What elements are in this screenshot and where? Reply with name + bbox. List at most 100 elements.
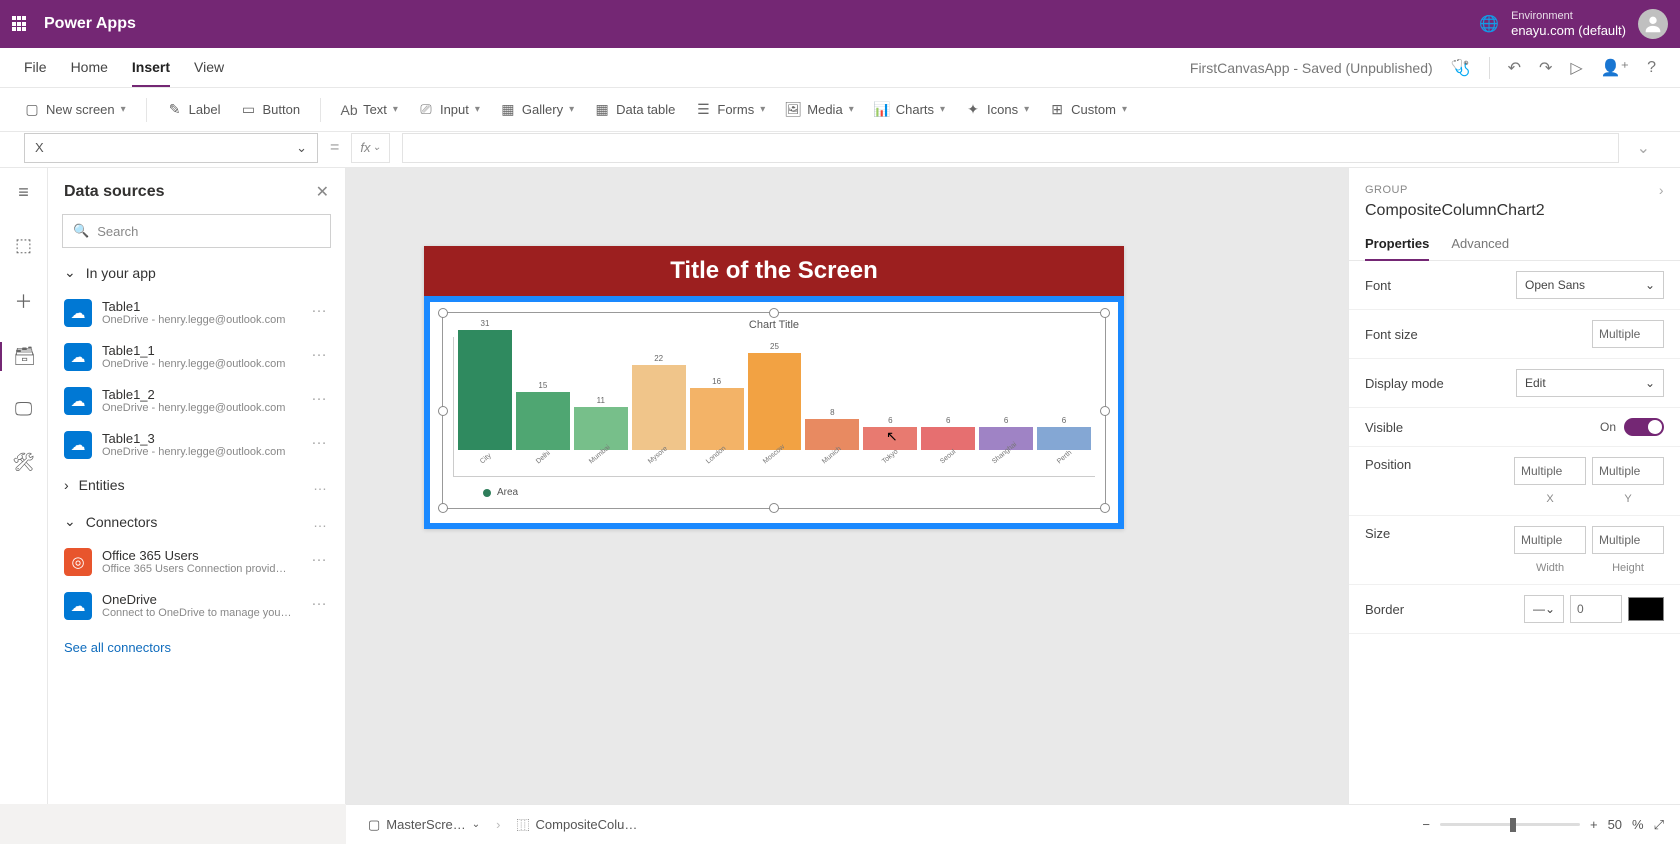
resize-handle[interactable]	[438, 503, 448, 513]
tree-view-icon[interactable]: ≡	[0, 178, 48, 207]
breadcrumb-screen[interactable]: ▢MasterScre…⌄	[362, 815, 486, 835]
chevron-down-icon: ▾	[121, 104, 126, 115]
fontsize-label: Font size	[1365, 327, 1418, 342]
label-button[interactable]: ✎Label	[167, 102, 221, 118]
fit-icon[interactable]: ⤢	[1654, 817, 1664, 833]
charts-button[interactable]: 📊Charts▾	[874, 102, 945, 118]
tab-advanced[interactable]: Advanced	[1451, 230, 1509, 260]
group-entities[interactable]: ›Entities…	[48, 467, 345, 503]
formula-input[interactable]	[402, 133, 1619, 163]
resize-handle[interactable]	[1100, 406, 1110, 416]
resize-handle[interactable]	[1100, 308, 1110, 318]
datasource-item[interactable]: ☁ Table1_1OneDrive - henry.legge@outlook…	[48, 335, 345, 379]
new-screen-button[interactable]: ▢New screen▾	[24, 102, 126, 118]
gallery-button[interactable]: ▦Gallery▾	[500, 102, 574, 118]
icons-icon: ✦	[965, 102, 981, 118]
play-icon[interactable]: ▷	[1570, 58, 1582, 78]
more-icon[interactable]: …	[311, 592, 329, 610]
tab-properties[interactable]: Properties	[1365, 230, 1429, 261]
button-button[interactable]: ▭Button	[240, 102, 300, 118]
formula-expand-icon[interactable]: ⌄	[1631, 138, 1656, 158]
menu-file[interactable]: File	[24, 59, 47, 76]
datasource-item[interactable]: ☁ Table1OneDrive - henry.legge@outlook.c…	[48, 291, 345, 335]
canvas-area[interactable]: Title of the Screen Chart Title 31 City …	[346, 168, 1348, 804]
chart-control[interactable]: Chart Title 31 City 15 Delhi 11 Mumbai 2…	[442, 312, 1106, 509]
more-icon[interactable]: …	[313, 477, 329, 493]
see-all-connectors-link[interactable]: See all connectors	[48, 628, 345, 667]
property-selector[interactable]: X⌄	[24, 133, 318, 163]
app-launcher-icon[interactable]	[12, 16, 28, 32]
group-connectors[interactable]: ⌄Connectors…	[48, 503, 345, 540]
chevron-down-icon: ⌄	[1645, 376, 1655, 390]
menu-insert[interactable]: Insert	[132, 59, 170, 87]
height-input[interactable]	[1592, 526, 1664, 554]
zoom-out-button[interactable]: −	[1422, 817, 1430, 832]
connector-item[interactable]: ◎ Office 365 UsersOffice 365 Users Conne…	[48, 540, 345, 584]
displaymode-select[interactable]: Edit⌄	[1516, 369, 1664, 397]
more-icon[interactable]: …	[311, 431, 329, 449]
chevron-down-icon: ⌄	[64, 264, 76, 281]
chevron-down-icon: ⌄	[472, 819, 480, 830]
media-button[interactable]: 🖼Media▾	[785, 102, 853, 118]
resize-handle[interactable]	[769, 308, 779, 318]
search-input[interactable]: 🔍 Search	[62, 214, 331, 248]
font-select[interactable]: Open Sans⌄	[1516, 271, 1664, 299]
border-label: Border	[1365, 602, 1404, 617]
media-rail-icon[interactable]: 🖵	[0, 395, 48, 424]
resize-handle[interactable]	[769, 503, 779, 513]
menu-view[interactable]: View	[194, 59, 224, 76]
chart-legend: Area	[453, 477, 1095, 498]
screen-title[interactable]: Title of the Screen	[424, 246, 1124, 296]
connector-item[interactable]: ☁ OneDriveConnect to OneDrive to manage …	[48, 584, 345, 628]
input-button[interactable]: ⎚Input▾	[418, 102, 480, 118]
search-icon: 🔍	[73, 223, 89, 239]
zoom-slider[interactable]	[1440, 823, 1580, 826]
datatable-button[interactable]: ▦Data table	[594, 102, 675, 118]
border-style-select[interactable]: —⌄	[1524, 595, 1564, 623]
fontsize-input[interactable]	[1592, 320, 1664, 348]
insert-pane-icon[interactable]: ⬚	[0, 231, 48, 260]
redo-icon[interactable]: ↷	[1539, 58, 1552, 78]
fx-button[interactable]: fx⌄	[351, 133, 390, 163]
datasource-item[interactable]: ☁ Table1_2OneDrive - henry.legge@outlook…	[48, 379, 345, 423]
formula-bar: X⌄ = fx⌄ ⌄	[0, 132, 1680, 168]
resize-handle[interactable]	[438, 406, 448, 416]
more-icon[interactable]: …	[313, 514, 329, 530]
add-icon[interactable]: ＋	[0, 284, 48, 318]
icons-button[interactable]: ✦Icons▾	[965, 102, 1029, 118]
share-icon[interactable]: 👤⁺	[1601, 58, 1629, 78]
visible-toggle[interactable]	[1624, 418, 1664, 436]
resize-handle[interactable]	[438, 308, 448, 318]
breadcrumb-control[interactable]: ⿲CompositeColu…	[511, 813, 644, 836]
undo-icon[interactable]: ↶	[1508, 58, 1521, 78]
group-in-your-app[interactable]: ⌄In your app	[48, 254, 345, 291]
help-icon[interactable]: ?	[1647, 59, 1656, 77]
equals-sign: =	[330, 139, 339, 157]
more-icon[interactable]: …	[311, 343, 329, 361]
width-input[interactable]	[1514, 526, 1586, 554]
bar-column: 8 Munich	[805, 408, 859, 476]
border-color-swatch[interactable]	[1628, 597, 1664, 621]
tools-rail-icon[interactable]: 🛠	[0, 448, 48, 477]
checker-icon[interactable]: 🩺	[1451, 58, 1471, 78]
custom-button[interactable]: ⊞Custom▾	[1049, 102, 1127, 118]
pos-y-input[interactable]	[1592, 457, 1664, 485]
datasource-item[interactable]: ☁ Table1_3OneDrive - henry.legge@outlook…	[48, 423, 345, 467]
text-button[interactable]: AbText▾	[341, 102, 398, 118]
zoom-in-button[interactable]: +	[1590, 817, 1598, 832]
pos-x-input[interactable]	[1514, 457, 1586, 485]
chevron-right-icon[interactable]: ›	[1659, 182, 1664, 198]
menu-home[interactable]: Home	[71, 59, 108, 76]
border-width-input[interactable]	[1570, 595, 1622, 623]
more-icon[interactable]: …	[311, 548, 329, 566]
chart-selection-outer[interactable]: Chart Title 31 City 15 Delhi 11 Mumbai 2…	[424, 296, 1124, 529]
data-icon[interactable]: 🗃	[0, 342, 48, 371]
avatar[interactable]	[1638, 9, 1668, 39]
more-icon[interactable]: …	[311, 299, 329, 317]
environment-picker[interactable]: Environment enayu.com (default)	[1511, 10, 1626, 39]
close-icon[interactable]: ✕	[316, 182, 329, 202]
more-icon[interactable]: …	[311, 387, 329, 405]
forms-button[interactable]: ☰Forms▾	[695, 102, 765, 118]
resize-handle[interactable]	[1100, 503, 1110, 513]
bar-column: 6 Perth	[1037, 416, 1091, 476]
